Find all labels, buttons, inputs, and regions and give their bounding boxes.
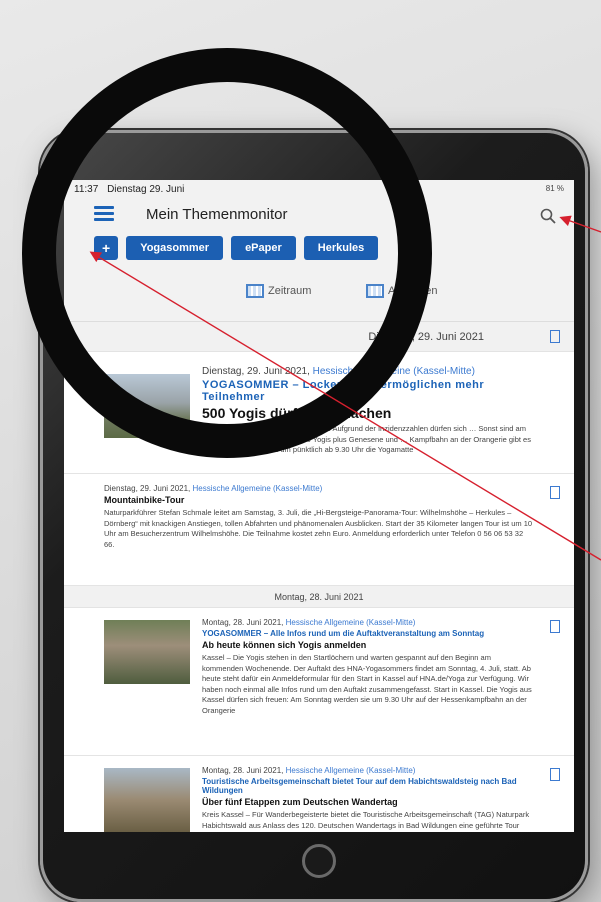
article-card[interactable]: Montag, 28. Juni 2021, Hessische Allgeme… <box>64 608 574 756</box>
article-headline[interactable]: Mountainbike-Tour <box>104 495 534 505</box>
home-button[interactable] <box>302 844 336 878</box>
status-bar: 11:37 Dienstag 29. Juni 81 % <box>64 180 574 198</box>
article-thumbnail <box>104 768 190 832</box>
app-title: Mein Themenmonitor <box>146 206 288 223</box>
battery-indicator: 81 % <box>545 184 564 193</box>
article-body: Kreis Kassel – Für Wanderbegeisterte bie… <box>202 810 530 832</box>
article-meta: Montag, 28. Juni 2021, Hessische Allgeme… <box>202 618 416 627</box>
article-meta: Dienstag, 29. Juni 2021, Hessische Allge… <box>104 484 323 493</box>
article-meta: Montag, 28. Juni 2021, Hessische Allgeme… <box>202 766 416 775</box>
bookmark-icon[interactable] <box>550 620 560 633</box>
article-body: Kassel – Solange … Yogis aus Kassel. Auf… <box>202 424 531 454</box>
chip-herkules[interactable]: Herkules <box>303 236 379 260</box>
article-thumbnail <box>104 620 190 684</box>
bookmark-icon[interactable] <box>550 486 560 499</box>
status-date: Dienstag 29. Juni <box>107 184 185 195</box>
article-card[interactable]: Montag, 28. Juni 2021, Hessische Allgeme… <box>64 756 574 832</box>
article-thumbnail <box>104 374 190 438</box>
topic-chips: + Yogasommer ePaper Herkules <box>64 230 574 270</box>
article-body: Kassel – Die Yogis stehen in den Startlö… <box>202 653 532 715</box>
bookmark-icon[interactable] <box>550 330 560 343</box>
status-time: 11:37 <box>74 184 99 195</box>
date-divider: Montag, 28. Juni 2021 <box>64 586 574 608</box>
chip-epaper[interactable]: ePaper <box>231 236 296 260</box>
add-topic-button[interactable]: + <box>94 236 119 260</box>
article-headline[interactable]: Über fünf Etappen zum Deutschen Wanderta… <box>202 797 534 807</box>
article-topic[interactable]: YOGASOMMER – Alle Infos rund um die Auft… <box>202 629 534 638</box>
article-card[interactable]: Dienstag, 29. Juni 2021, Hessische Allge… <box>64 474 574 586</box>
tablet-screen: 11:37 Dienstag 29. Juni 81 % Mein Themen… <box>64 180 574 832</box>
newspaper-icon <box>366 284 384 298</box>
article-headline[interactable]: 500 Yogis dürfen mitmachen <box>202 405 534 421</box>
search-icon[interactable] <box>540 208 556 224</box>
bookmark-icon[interactable] <box>550 768 560 781</box>
article-topic[interactable]: Touristische Arbeitsgemeinschaft bietet … <box>202 777 534 795</box>
filter-editions[interactable]: Ausgaben <box>366 284 438 298</box>
filter-period[interactable]: Zeitraum <box>246 284 311 298</box>
article-feed: Dienstag, 29. Juni 2021 Dienstag, 29. Ju… <box>64 322 574 832</box>
article-meta: Dienstag, 29. Juni 2021, Hessische Allge… <box>202 366 475 377</box>
article-topic[interactable]: YOGASOMMER – Lockerungen ermöglichen meh… <box>202 379 534 403</box>
calendar-icon <box>246 284 264 298</box>
date-divider: Dienstag, 29. Juni 2021 <box>64 322 574 352</box>
article-headline[interactable]: Ab heute können sich Yogis anmelden <box>202 640 534 650</box>
article-body: Naturparkführer Stefan Schmale leitet am… <box>104 508 533 549</box>
menu-icon[interactable] <box>94 206 114 221</box>
article-card[interactable]: Dienstag, 29. Juni 2021, Hessische Allge… <box>64 352 574 474</box>
chip-yogasommer[interactable]: Yogasommer <box>126 236 224 260</box>
app-bar: Mein Themenmonitor <box>64 198 574 230</box>
filter-bar: Zeitraum Ausgaben <box>64 270 574 322</box>
